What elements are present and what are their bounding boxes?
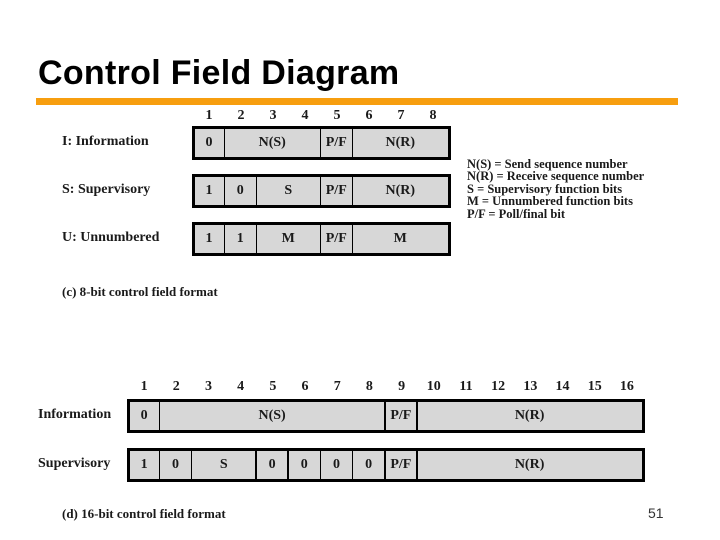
bit-field: P/F bbox=[321, 174, 355, 208]
bit-number: 3 bbox=[204, 379, 212, 394]
bit-number: 14 bbox=[555, 379, 570, 394]
bit-field: 0 bbox=[225, 174, 259, 208]
legend-item: N(R) = Receive sequence number bbox=[467, 169, 645, 184]
bit-field: 0 bbox=[160, 448, 194, 482]
bit-number: 15 bbox=[587, 379, 602, 394]
bit-field: M bbox=[257, 222, 323, 256]
bit-number: 9 bbox=[398, 379, 406, 394]
bit-number: 10 bbox=[426, 379, 441, 394]
bit-number: 1 bbox=[140, 379, 148, 394]
bit-number: 8 bbox=[365, 379, 373, 394]
bit-number: 6 bbox=[301, 379, 309, 394]
bit-field: P/F bbox=[321, 222, 355, 256]
bit-field: N(S) bbox=[160, 399, 387, 433]
bit-number: 5 bbox=[333, 108, 341, 123]
bit-number: 7 bbox=[397, 108, 405, 123]
bit-field: 0 bbox=[256, 448, 291, 482]
legend-item: M = Unnumbered function bits bbox=[467, 194, 633, 209]
sixteen-bit-caption: (d) 16-bit control field format bbox=[62, 506, 226, 521]
bit-field: 1 bbox=[225, 222, 259, 256]
bit-number: 4 bbox=[237, 379, 245, 394]
bit-field: 0 bbox=[321, 448, 355, 482]
bit-field: 1 bbox=[191, 174, 227, 208]
row-label: U: Unnumbered bbox=[62, 230, 160, 245]
slide-title: Control Field Diagram bbox=[38, 54, 400, 92]
bit-field: 0 bbox=[353, 448, 387, 482]
bit-number: 7 bbox=[333, 379, 341, 394]
bit-number: 6 bbox=[365, 108, 373, 123]
legend-item: P/F = Poll/final bit bbox=[467, 206, 565, 221]
bit-number: 12 bbox=[491, 379, 506, 394]
bit-number: 3 bbox=[269, 108, 277, 123]
bit-number: 2 bbox=[237, 108, 245, 123]
bit-field: N(R) bbox=[417, 399, 645, 433]
bit-field: M bbox=[353, 222, 451, 256]
bit-field: N(S) bbox=[225, 126, 323, 160]
row-label: I: Information bbox=[62, 134, 149, 149]
row-label: Supervisory bbox=[38, 456, 111, 471]
bit-field: 0 bbox=[288, 448, 323, 482]
bit-field: S bbox=[257, 174, 323, 208]
bit-field: S bbox=[192, 448, 259, 482]
bit-field: P/F bbox=[385, 448, 420, 482]
field-legend: N(S) = Send sequence number N(R) = Recei… bbox=[467, 158, 645, 221]
eight-bit-caption: (c) 8-bit control field format bbox=[62, 284, 218, 299]
bit-field: N(R) bbox=[353, 126, 451, 160]
bit-number: 1 bbox=[205, 108, 213, 123]
bit-field: 0 bbox=[191, 126, 227, 160]
bit-field: P/F bbox=[385, 399, 420, 433]
bit-field: 0 bbox=[126, 399, 162, 433]
bit-number: 8 bbox=[429, 108, 437, 123]
bit-field: P/F bbox=[321, 126, 355, 160]
bit-number: 16 bbox=[619, 379, 634, 394]
bit-field: N(R) bbox=[353, 174, 451, 208]
bit-number: 13 bbox=[523, 379, 538, 394]
bit-field: 1 bbox=[126, 448, 162, 482]
title-underline bbox=[36, 98, 678, 105]
bit-number: 2 bbox=[172, 379, 180, 394]
bit-field: 1 bbox=[191, 222, 227, 256]
row-label: Information bbox=[38, 407, 112, 422]
bit-field: N(R) bbox=[417, 448, 645, 482]
bit-number: 11 bbox=[459, 379, 473, 394]
row-label: S: Supervisory bbox=[62, 182, 151, 197]
bit-number: 5 bbox=[269, 379, 277, 394]
page-number: 51 bbox=[648, 505, 664, 521]
bit-number: 4 bbox=[301, 108, 309, 123]
